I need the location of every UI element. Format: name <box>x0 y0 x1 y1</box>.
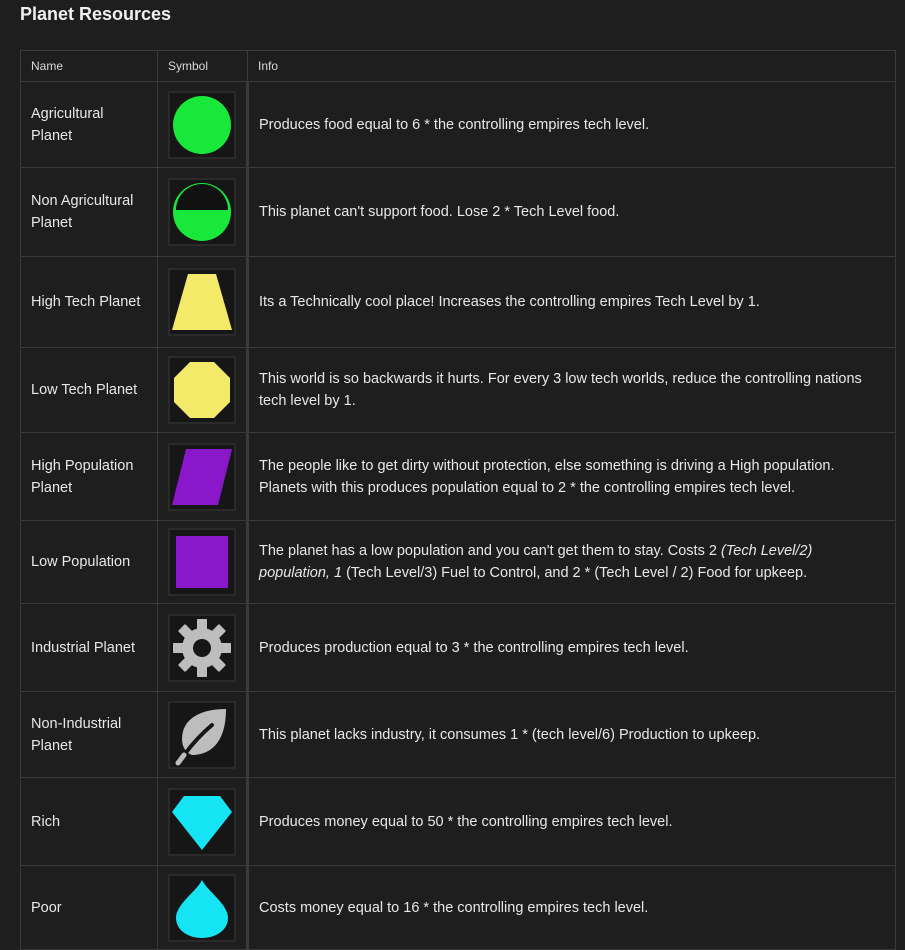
column-header-symbol[interactable]: Symbol <box>157 50 248 82</box>
cyan-drop-icon <box>168 873 236 942</box>
row-info: The planet has a low population and you … <box>247 520 896 604</box>
row-info: Costs money equal to 16 * the controllin… <box>247 865 896 950</box>
green-circle-icon <box>168 90 236 159</box>
row-info: The people like to get dirty without pro… <box>247 432 896 521</box>
row-name: Rich <box>20 777 158 866</box>
table-row: Industrial Planet Produces production eq… <box>20 603 896 692</box>
leaf-icon <box>168 700 236 769</box>
row-name: Industrial Planet <box>20 603 158 692</box>
cyan-diamond-icon <box>168 787 236 856</box>
table-row: Non-Industrial Planet This planet lacks … <box>20 691 896 778</box>
table-header-row: Name Symbol Info <box>20 50 896 82</box>
gear-icon <box>168 613 236 682</box>
row-info: Produces money equal to 50 * the control… <box>247 777 896 866</box>
table-row: Poor Costs money equal to 16 * the contr… <box>20 865 896 950</box>
row-name: High Tech Planet <box>20 256 158 348</box>
table-row: High Tech Planet Its a Technically cool … <box>20 256 896 348</box>
row-info: Produces production equal to 3 * the con… <box>247 603 896 692</box>
row-name: Non-Industrial Planet <box>20 691 158 778</box>
resources-table: Name Symbol Info Agricultural Planet Pro… <box>20 50 896 950</box>
table-row: High Population Planet The people like t… <box>20 432 896 521</box>
table-row: Agricultural Planet Produces food equal … <box>20 81 896 168</box>
purple-parallelogram-icon <box>168 442 236 511</box>
yellow-octagon-icon <box>168 356 236 424</box>
row-info: This planet can't support food. Lose 2 *… <box>247 167 896 257</box>
row-name: Low Population <box>20 520 158 604</box>
column-header-name[interactable]: Name <box>20 50 158 82</box>
row-name: Low Tech Planet <box>20 347 158 433</box>
row-info: Its a Technically cool place! Increases … <box>247 256 896 348</box>
row-info: This world is so backwards it hurts. For… <box>247 347 896 433</box>
page-title: Planet Resources <box>20 4 172 24</box>
table-row: Low Population The planet has a low popu… <box>20 520 896 604</box>
row-name: Poor <box>20 865 158 950</box>
row-info: This planet lacks industry, it consumes … <box>247 691 896 778</box>
yellow-trapezoid-icon <box>168 268 236 336</box>
table-row: Rich Produces money equal to 50 * the co… <box>20 777 896 866</box>
purple-square-icon <box>168 528 236 596</box>
column-header-info[interactable]: Info <box>247 50 896 82</box>
table-row: Low Tech Planet This world is so backwar… <box>20 347 896 433</box>
row-name: High Population Planet <box>20 432 158 521</box>
row-name: Agricultural Planet <box>20 81 158 168</box>
green-half-circle-icon <box>168 178 236 246</box>
row-name: Non Agricultural Planet <box>20 167 158 257</box>
table-row: Non Agricultural Planet This planet can'… <box>20 167 896 257</box>
row-info: Produces food equal to 6 * the controlli… <box>247 81 896 168</box>
